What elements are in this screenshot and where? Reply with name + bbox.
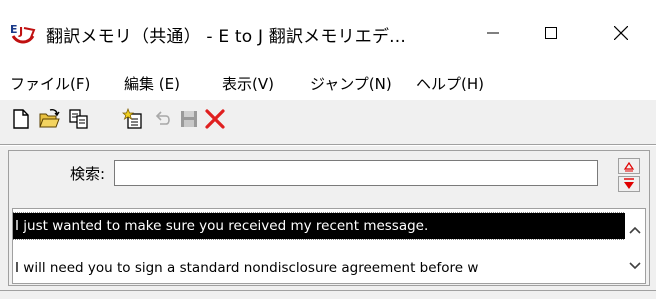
previous-match-button[interactable] xyxy=(618,158,640,174)
triangle-down-icon xyxy=(624,178,634,189)
close-icon xyxy=(614,26,628,40)
search-input[interactable] xyxy=(114,160,598,186)
list-scrollbar[interactable] xyxy=(625,209,645,283)
ej-app-icon: E J xyxy=(10,23,36,44)
new-document-icon[interactable] xyxy=(10,108,32,130)
menu-help[interactable]: ヘルプ(H) xyxy=(416,73,484,94)
delete-icon[interactable] xyxy=(204,108,226,130)
close-button[interactable] xyxy=(592,0,650,66)
maximize-icon xyxy=(545,27,557,39)
svg-text:J: J xyxy=(18,25,23,38)
toolbar-divider-highlight xyxy=(0,145,656,146)
minimize-button[interactable] xyxy=(464,0,522,66)
toolbar xyxy=(0,100,656,142)
svg-text:E: E xyxy=(10,23,18,36)
copy-icon[interactable] xyxy=(68,108,90,130)
chevron-up-icon[interactable] xyxy=(629,225,641,235)
window-title: 翻訳メモリ（共通） - E to J 翻訳メモリエデ... xyxy=(46,27,406,47)
undo-icon[interactable] xyxy=(152,108,174,130)
minimize-icon xyxy=(487,32,499,34)
triangle-up-icon xyxy=(623,161,635,172)
menu-jump[interactable]: ジャンプ(N) xyxy=(310,73,392,94)
add-entry-icon[interactable] xyxy=(122,108,144,130)
next-match-button[interactable] xyxy=(618,176,640,192)
title-bar[interactable]: E J 翻訳メモリ（共通） - E to J 翻訳メモリエデ... xyxy=(0,0,656,66)
list-item[interactable]: I just wanted to make sure you received … xyxy=(13,212,626,240)
menu-view[interactable]: 表示(V) xyxy=(222,73,274,94)
chevron-down-icon[interactable] xyxy=(629,261,641,271)
open-folder-icon[interactable] xyxy=(38,108,60,130)
menu-bar: ファイル(F) 編集 (E) 表示(V) ジャンプ(N) ヘルプ(H) xyxy=(0,66,656,101)
search-label: 検索: xyxy=(70,165,106,183)
menu-edit[interactable]: 編集 (E) xyxy=(124,73,180,94)
menu-file[interactable]: ファイル(F) xyxy=(10,73,90,94)
save-icon[interactable] xyxy=(178,108,200,130)
translation-memory-list[interactable]: I just wanted to make sure you received … xyxy=(12,208,646,284)
maximize-button[interactable] xyxy=(522,0,580,66)
list-item[interactable]: I will need you to sign a standard nondi… xyxy=(13,255,625,281)
